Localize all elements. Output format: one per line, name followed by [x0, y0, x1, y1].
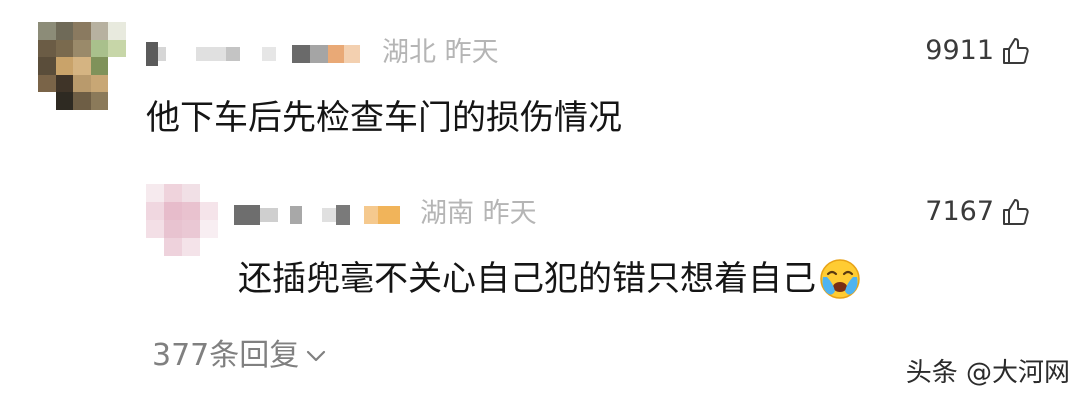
reply-location: 湖南 [420, 198, 474, 229]
replier-avatar[interactable] [146, 184, 218, 256]
view-replies-button[interactable]: 377条回复 [152, 336, 327, 376]
comment-time: 昨天 [444, 37, 499, 68]
reply-text-row: 还插兜毫不关心自己犯的错只想着自己 [238, 257, 862, 301]
comment-location: 湖北 [382, 37, 436, 68]
comment-like-count: 9911 [925, 35, 994, 66]
replies-count-label: 377条回复 [152, 338, 300, 373]
reply-time: 昨天 [482, 198, 537, 229]
comment-like-button[interactable]: 9911 [925, 35, 1032, 67]
commenter-avatar[interactable] [38, 22, 126, 110]
chevron-down-icon [307, 350, 326, 362]
comment-text: 他下车后先检查车门的损伤情况 [146, 98, 622, 138]
comment-meta: 湖北 昨天 [382, 37, 499, 69]
reply-like-count: 7167 [925, 196, 994, 227]
thumbs-up-icon[interactable] [1000, 196, 1032, 228]
watermark: 头条 @大河网 [905, 358, 1070, 388]
thumbs-up-icon[interactable] [1000, 35, 1032, 67]
reply-meta: 湖南 昨天 [420, 198, 537, 230]
replier-username-obscured[interactable] [234, 203, 400, 227]
crying-face-emoji-icon [820, 259, 860, 299]
reply-like-button[interactable]: 7167 [925, 196, 1032, 228]
commenter-username-obscured[interactable] [146, 42, 360, 66]
reply-text: 还插兜毫不关心自己犯的错只想着自己 [238, 259, 816, 299]
